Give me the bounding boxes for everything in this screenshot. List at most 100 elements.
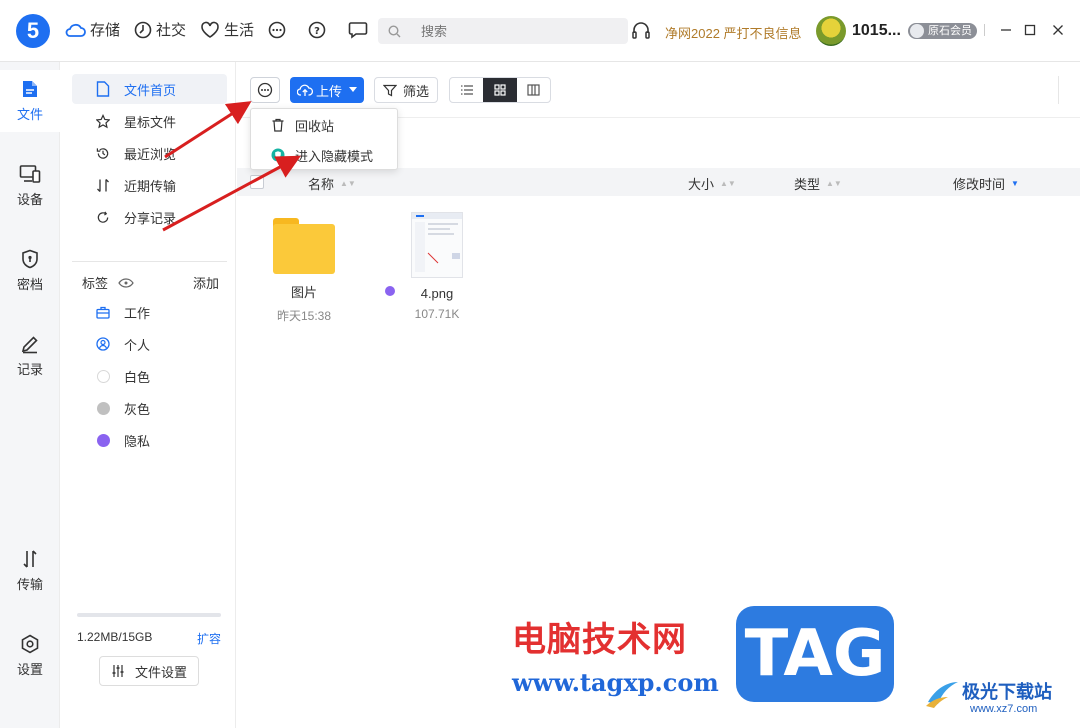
nav-social-label: 社交 — [156, 22, 187, 39]
sidebar-item-starred[interactable]: 星标文件 — [72, 106, 227, 136]
history-icon — [96, 146, 110, 160]
rail-item-devices[interactable]: 设备 — [0, 155, 60, 217]
grid-view-button[interactable] — [483, 78, 517, 102]
user-id[interactable]: 1015... — [852, 22, 901, 40]
sidebar: 文件首页 星标文件 最近浏览 近期传输 分享记录 标签 添加 工作 个人 白色 … — [61, 62, 236, 728]
sidebar-item-file-home[interactable]: 文件首页 — [72, 74, 227, 104]
file-icon — [96, 81, 110, 97]
upload-cloud-icon — [296, 84, 313, 96]
nav-storage-label: 存储 — [90, 22, 121, 39]
maximize-button[interactable] — [1020, 20, 1040, 40]
nav-storage[interactable]: 存储 — [64, 19, 120, 40]
headset-icon[interactable] — [631, 20, 651, 40]
pencil-icon — [21, 336, 38, 354]
nav-social[interactable]: 社交 — [134, 19, 186, 40]
more-options-button[interactable] — [250, 77, 280, 103]
file-settings-button[interactable]: 文件设置 — [99, 656, 199, 686]
rail-label-transfer: 传输 — [16, 577, 43, 592]
message-icon[interactable] — [348, 21, 368, 39]
tag-item-personal[interactable]: 个人 — [72, 329, 227, 359]
share-icon — [96, 210, 110, 224]
file-settings-label: 文件设置 — [134, 664, 187, 680]
devices-icon — [19, 165, 41, 183]
close-button[interactable] — [1048, 20, 1068, 40]
purple-tag-dot — [96, 433, 110, 447]
tag-label: 个人 — [124, 337, 151, 353]
watermark-title: 电脑技术网 — [512, 620, 687, 660]
rail-item-transfer[interactable]: 传输 — [0, 540, 60, 602]
column-name-label: 名称 — [308, 177, 335, 192]
tags-header: 标签 添加 — [82, 273, 219, 292]
list-icon — [460, 85, 473, 95]
column-view-button[interactable] — [517, 78, 550, 102]
nav-life[interactable]: 生活 — [200, 19, 254, 40]
filter-icon — [382, 84, 397, 96]
select-all-checkbox[interactable] — [250, 175, 264, 189]
tag-label: 白色 — [124, 369, 151, 385]
briefcase-icon — [96, 305, 110, 319]
rail-item-records[interactable]: 记录 — [0, 325, 60, 387]
view-switcher — [449, 77, 551, 103]
column-type[interactable]: 类型 ▲▼ — [794, 174, 842, 193]
column-modified[interactable]: 修改时间 ▼ — [953, 174, 1019, 193]
sidebar-item-recent-transfers[interactable]: 近期传输 — [72, 170, 227, 200]
top-bar: 5 存储 社交 生活 ? 净网2022 严打不良信息 1015... 原石会员 — [0, 0, 1080, 62]
sort-desc-icon: ▼ — [1011, 179, 1019, 188]
search-box[interactable] — [378, 18, 628, 44]
tag-item-private[interactable]: 隐私 — [72, 425, 227, 455]
tag-item-white[interactable]: 白色 — [72, 361, 227, 391]
upload-label: 上传 — [315, 83, 342, 99]
tag-item-gray[interactable]: 灰色 — [72, 393, 227, 423]
folder-icon — [273, 218, 335, 274]
column-name[interactable]: 名称 ▲▼ — [308, 174, 356, 193]
close-icon — [1053, 25, 1063, 35]
tags-add-button[interactable]: 添加 — [193, 273, 219, 292]
rail-item-files[interactable]: 文件 — [0, 70, 60, 132]
sidebar-item-label: 分享记录 — [124, 210, 177, 226]
grid-icon — [494, 84, 506, 96]
help-icon[interactable]: ? — [308, 21, 326, 39]
sort-icon: ▲▼ — [340, 179, 356, 188]
file-name: 图片 — [290, 285, 317, 300]
upload-button[interactable]: 上传 — [290, 77, 364, 103]
search-input[interactable] — [421, 23, 601, 39]
tags-title: 标签 — [82, 276, 109, 291]
tag-item-work[interactable]: 工作 — [72, 297, 227, 327]
expand-storage-link[interactable]: 扩容 — [197, 630, 221, 647]
column-header: 名称 ▲▼ 大小 ▲▼ 类型 ▲▼ 修改时间 ▼ — [237, 168, 1080, 196]
vip-badge[interactable]: 原石会员 — [908, 23, 977, 39]
file-item-folder[interactable]: 图片 昨天15:38 — [267, 218, 341, 324]
trash-icon — [272, 118, 284, 132]
top-nav: 存储 社交 生活 ? — [64, 19, 368, 40]
file-meta: 昨天15:38 — [276, 309, 332, 323]
more-apps-icon[interactable] — [268, 21, 286, 39]
avatar[interactable] — [816, 16, 846, 46]
sidebar-item-share-records[interactable]: 分享记录 — [72, 202, 227, 232]
menu-item-hidden-mode[interactable]: 进入隐藏模式 — [251, 140, 399, 170]
eye-icon[interactable] — [118, 277, 134, 288]
filter-label: 筛选 — [402, 83, 429, 99]
app-logo[interactable]: 5 — [16, 14, 50, 48]
watermark-tag-logo: TAG — [736, 606, 894, 702]
menu-item-label: 回收站 — [295, 118, 335, 134]
maximize-icon — [1024, 24, 1036, 36]
transfer-icon — [96, 178, 110, 192]
sidebar-item-label: 星标文件 — [124, 114, 177, 130]
tag-label: 灰色 — [124, 401, 151, 417]
file-item-image[interactable]: 4.png 107.71K — [405, 212, 469, 321]
menu-item-recycle-bin[interactable]: 回收站 — [251, 110, 399, 140]
columns-icon — [527, 84, 540, 96]
rail-label-devices: 设备 — [16, 192, 43, 207]
watermark-url: www.tagxp.com — [512, 668, 719, 697]
heart-icon — [201, 21, 219, 38]
hidden-mode-icon — [271, 148, 285, 162]
star-icon — [96, 113, 110, 128]
promo-banner[interactable]: 净网2022 严打不良信息 — [665, 23, 802, 42]
minimize-button[interactable] — [996, 20, 1016, 40]
rail-item-settings[interactable]: 设置 — [0, 625, 60, 687]
list-view-button[interactable] — [450, 78, 483, 102]
filter-button[interactable]: 筛选 — [374, 77, 438, 103]
column-size[interactable]: 大小 ▲▼ — [688, 174, 736, 193]
rail-item-vault[interactable]: 密档 — [0, 240, 60, 302]
sidebar-item-recent[interactable]: 最近浏览 — [72, 138, 227, 168]
